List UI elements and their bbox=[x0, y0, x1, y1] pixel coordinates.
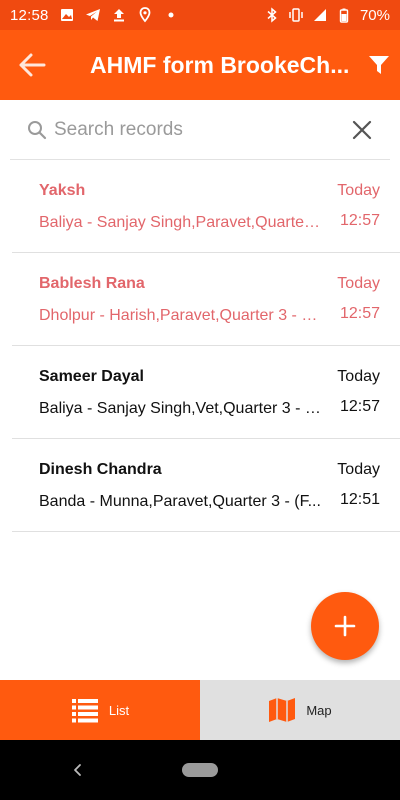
bottom-tab-bar: List Map bbox=[0, 680, 400, 740]
record-list: Yaksh Baliya - Sanjay Singh,Paravet,Quar… bbox=[12, 160, 400, 532]
list-item[interactable]: Sameer Dayal Baliya - Sanjay Singh,Vet,Q… bbox=[12, 346, 400, 439]
record-time: 12:57 bbox=[339, 398, 380, 415]
record-date: Today bbox=[337, 182, 380, 199]
list-item[interactable]: Yaksh Baliya - Sanjay Singh,Paravet,Quar… bbox=[12, 160, 400, 253]
add-record-button[interactable] bbox=[311, 592, 379, 660]
filter-button[interactable] bbox=[358, 30, 400, 100]
status-right: 70% bbox=[264, 7, 390, 24]
filter-icon bbox=[369, 56, 389, 74]
tab-list[interactable]: List bbox=[0, 680, 200, 740]
status-bar: 12:58 70% bbox=[0, 0, 400, 30]
list-item[interactable]: Bablesh Rana Dholpur - Harish,Paravet,Qu… bbox=[12, 253, 400, 346]
arrow-left-icon bbox=[19, 53, 46, 77]
clear-search-button[interactable] bbox=[348, 116, 376, 144]
back-button[interactable] bbox=[0, 30, 64, 100]
record-time: 12:57 bbox=[339, 212, 380, 229]
tab-map[interactable]: Map bbox=[200, 680, 400, 740]
record-subtitle: Dholpur - Harish,Paravet,Quarter 3 - (F.… bbox=[39, 307, 321, 324]
record-title: Sameer Dayal bbox=[39, 368, 144, 385]
record-subtitle: Banda - Munna,Paravet,Quarter 3 - (F... bbox=[39, 493, 321, 510]
status-left: 12:58 bbox=[10, 7, 179, 24]
record-date: Today bbox=[337, 461, 380, 478]
map-icon bbox=[269, 698, 296, 722]
record-date: Today bbox=[337, 368, 380, 385]
list-icon bbox=[71, 699, 98, 723]
search-input[interactable] bbox=[54, 118, 344, 141]
image-icon bbox=[59, 7, 75, 23]
app-bar: AHMF form BrookeCh... bbox=[0, 30, 400, 100]
system-nav-bar bbox=[0, 740, 400, 800]
record-date: Today bbox=[337, 275, 380, 292]
page-title: AHMF form BrookeCh... bbox=[90, 51, 350, 78]
nav-back-icon[interactable] bbox=[70, 762, 86, 778]
list-item[interactable]: Dinesh Chandra Banda - Munna,Paravet,Qua… bbox=[12, 439, 400, 532]
close-icon bbox=[352, 120, 372, 139]
plus-icon bbox=[334, 615, 356, 637]
status-time: 12:58 bbox=[10, 6, 49, 24]
upload-icon bbox=[111, 7, 127, 23]
record-subtitle: Baliya - Sanjay Singh,Vet,Quarter 3 - (.… bbox=[39, 400, 321, 417]
record-time: 12:51 bbox=[339, 491, 380, 508]
record-subtitle: Baliya - Sanjay Singh,Paravet,Quarter... bbox=[39, 214, 321, 231]
signal-icon bbox=[312, 7, 328, 23]
search-icon bbox=[28, 120, 47, 139]
location-icon bbox=[137, 7, 153, 23]
tab-list-label: List bbox=[108, 702, 130, 718]
dot-icon bbox=[163, 7, 179, 23]
battery-percent: 70% bbox=[359, 6, 390, 24]
record-title: Yaksh bbox=[39, 182, 86, 199]
search-bar bbox=[10, 100, 390, 160]
record-title: Dinesh Chandra bbox=[39, 461, 162, 478]
telegram-icon bbox=[85, 7, 101, 23]
bluetooth-icon bbox=[264, 7, 280, 23]
tab-map-label: Map bbox=[306, 702, 332, 718]
home-pill[interactable] bbox=[182, 763, 218, 777]
record-time: 12:57 bbox=[339, 305, 380, 322]
record-title: Bablesh Rana bbox=[39, 275, 145, 292]
battery-icon bbox=[336, 7, 352, 23]
vibrate-icon bbox=[288, 7, 304, 23]
